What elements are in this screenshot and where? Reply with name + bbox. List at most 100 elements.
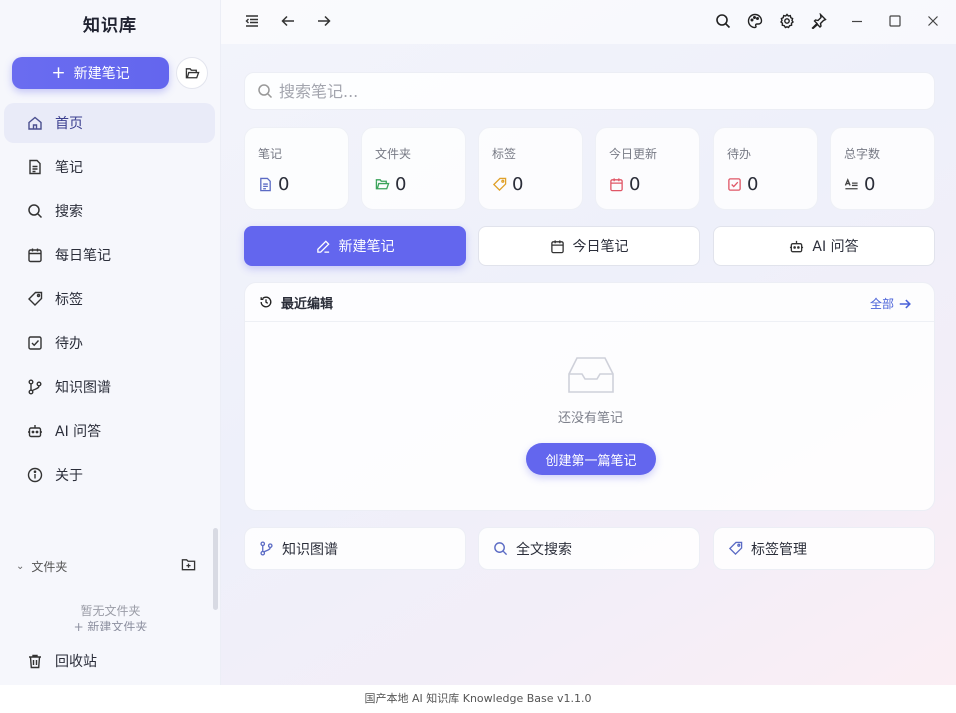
stat-label: 今日更新 (609, 147, 658, 161)
minimize-button[interactable] (848, 12, 866, 30)
action-label: AI 问答 (812, 239, 859, 255)
sidebar-item-knowledge-graph[interactable]: 知识图谱 (4, 367, 215, 407)
sidebar-item-label: 知识图谱 (55, 380, 111, 396)
search-icon (494, 542, 508, 556)
maximize-icon (889, 15, 901, 27)
new-note-label: 新建笔记 (73, 66, 130, 82)
action-label: 新建笔记 (338, 239, 395, 255)
recent-edits-header: 最近编辑 全部 (245, 283, 934, 322)
search-icon (28, 204, 43, 219)
inbox-empty-icon (568, 357, 614, 393)
sidebar-nav: 首页 笔记 搜索 每日笔记 标签 待办 知识图谱 AI 问答 关于 (4, 103, 215, 499)
today-note-action-button[interactable]: 今日笔记 (478, 226, 700, 266)
toggle-sidebar-button[interactable] (243, 12, 261, 30)
quick-link-label: 标签管理 (751, 541, 807, 558)
stat-card-todos[interactable]: 待办 0 (713, 127, 818, 210)
trash-label: 回收站 (55, 654, 97, 670)
stat-label: 文件夹 (375, 147, 412, 161)
sidebar-item-notes[interactable]: 笔记 (4, 147, 215, 187)
calendar-icon (550, 239, 564, 253)
recent-edits-panel: 最近编辑 全部 还没有笔记 创建第一篇笔记 (244, 282, 935, 511)
sidebar-item-home[interactable]: 首页 (4, 103, 215, 143)
tag-icon (728, 541, 743, 556)
create-folder-link[interactable]: + 新建文件夹 (0, 620, 221, 631)
quick-link-knowledge-graph[interactable]: 知识图谱 (244, 527, 466, 570)
action-label: 今日笔记 (572, 239, 629, 255)
sidebar-item-label: 搜索 (55, 204, 83, 220)
sidebar-item-search[interactable]: 搜索 (4, 191, 215, 231)
stat-value: 0 (278, 174, 290, 195)
sidebar-item-label: 待办 (55, 336, 83, 352)
stat-label: 待办 (727, 147, 752, 161)
footer-caption: 国产本地 AI 知识库 Knowledge Base v1.1.0 (0, 685, 956, 713)
search-icon (716, 14, 731, 29)
folders-title: 文件夹 (31, 559, 68, 574)
checkbox-icon (728, 178, 741, 191)
history-icon (260, 296, 272, 308)
robot-icon (28, 425, 42, 438)
sidebar-item-trash[interactable]: 回收站 (4, 641, 215, 681)
stat-card-notes[interactable]: 笔记 0 (244, 127, 349, 210)
stat-value: 0 (629, 174, 641, 195)
back-button[interactable] (279, 12, 297, 30)
quick-link-tag-management[interactable]: 标签管理 (713, 527, 935, 570)
pin-icon (811, 13, 827, 29)
topbar-search-button[interactable] (714, 12, 732, 30)
sidebar-item-todos[interactable]: 待办 (4, 323, 215, 363)
search-input[interactable] (279, 81, 879, 101)
pencil-icon (316, 239, 330, 253)
sidebar-item-about[interactable]: 关于 (4, 455, 215, 495)
sidebar-item-daily-notes[interactable]: 每日笔记 (4, 235, 215, 275)
stat-card-tags[interactable]: 标签 0 (478, 127, 583, 210)
sidebar-collapse-icon (245, 15, 258, 27)
arrow-right-icon (899, 299, 911, 308)
tag-icon (492, 177, 507, 192)
quick-link-label: 全文搜索 (516, 541, 572, 558)
settings-button[interactable] (778, 12, 796, 30)
title-bar (221, 0, 956, 44)
trash-icon (29, 654, 41, 669)
graph-icon (28, 379, 42, 395)
stat-label: 笔记 (258, 147, 283, 161)
folders-section-header[interactable]: ⌄ 文件夹 (16, 556, 196, 576)
gear-icon (780, 13, 794, 29)
info-icon (27, 467, 43, 483)
open-folder-button[interactable] (176, 57, 208, 89)
folders-empty-text: 暂无文件夹 (80, 604, 141, 618)
stat-card-folders[interactable]: 文件夹 0 (361, 127, 466, 210)
app-window: 知识库 + 新建笔记 首页 笔记 搜索 每日笔记 标签 待办 知识图谱 AI 问… (0, 0, 956, 685)
quick-link-full-text-search[interactable]: 全文搜索 (478, 527, 700, 570)
view-all-label: 全部 (869, 297, 894, 311)
search-bar[interactable] (244, 72, 935, 110)
theme-button[interactable] (746, 12, 764, 30)
quick-link-label: 知识图谱 (282, 541, 338, 558)
new-note-action-button[interactable]: 新建笔记 (244, 226, 466, 266)
sidebar-item-ai-qa[interactable]: AI 问答 (4, 411, 215, 451)
text-count-icon (844, 178, 858, 190)
add-folder-button[interactable] (181, 557, 196, 575)
forward-button[interactable] (315, 12, 333, 30)
stat-value: 0 (512, 174, 524, 195)
close-button[interactable] (924, 12, 942, 30)
maximize-button[interactable] (886, 12, 904, 30)
folder-open-icon (185, 67, 200, 78)
folder-icon (375, 179, 390, 190)
pin-button[interactable] (810, 12, 828, 30)
sidebar-item-label: 每日笔记 (55, 248, 111, 264)
minimize-icon (852, 20, 862, 23)
view-all-link[interactable]: 全部 (870, 295, 920, 312)
calendar-icon (28, 248, 42, 263)
app-brand: 知识库 (83, 15, 137, 36)
sidebar-item-label: 标签 (55, 292, 83, 308)
arrow-right-icon (318, 15, 331, 27)
main-content: 笔记 0 文件夹 0 标签 0 今日更新 0 (221, 0, 956, 685)
sidebar-scrollbar[interactable] (213, 528, 218, 610)
sidebar-item-tags[interactable]: 标签 (4, 279, 215, 319)
sidebar-item-label: 首页 (55, 116, 83, 132)
stat-card-word-count[interactable]: 总字数 0 (830, 127, 935, 210)
new-note-button[interactable]: + 新建笔记 (12, 57, 169, 89)
ai-qa-action-button[interactable]: AI 问答 (713, 226, 935, 266)
create-first-note-button[interactable]: 创建第一篇笔记 (526, 443, 656, 475)
document-icon (29, 159, 41, 175)
stat-card-today-updates[interactable]: 今日更新 0 (595, 127, 700, 210)
